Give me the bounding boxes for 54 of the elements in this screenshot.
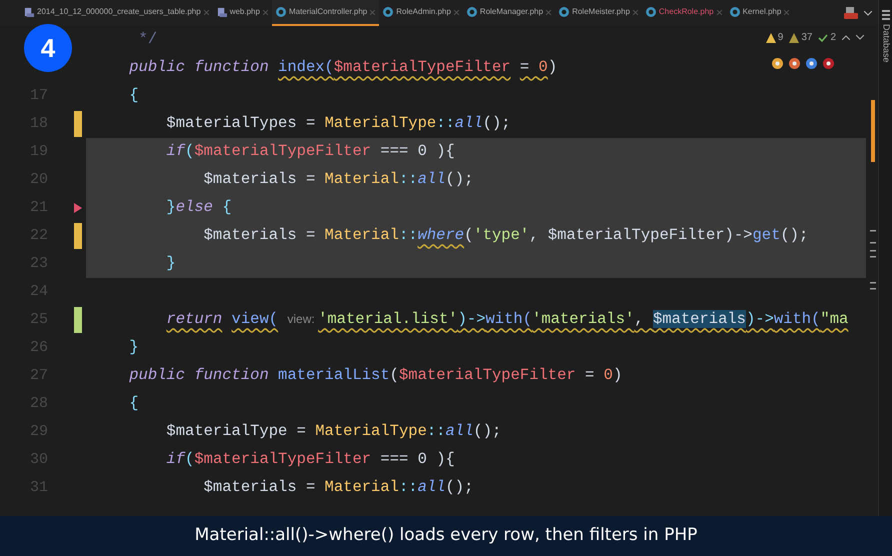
code-line: } (165, 253, 176, 274)
code-line: return view( view: 'material.list')->with('materials', $materials)->with("ma (165, 309, 848, 330)
code-line: }else { (165, 197, 232, 218)
database-icon[interactable] (882, 10, 890, 20)
class-icon (646, 7, 656, 17)
inspection-count: 9 (778, 31, 784, 45)
editor-tab[interactable]: RoleMeister.php (555, 0, 642, 26)
step-badge: 4 (24, 24, 72, 72)
check-icon (818, 32, 828, 42)
code-line: $materialType = MaterialType::all(); (165, 421, 502, 442)
editor-tab[interactable]: web.php (212, 0, 272, 26)
arrow-icon (74, 203, 82, 213)
warning-icon (789, 32, 800, 42)
code-line: public function index($materialTypeFilter = 0) (128, 57, 558, 78)
file-icon (24, 7, 34, 17)
warning-icon (766, 32, 776, 42)
class-icon (276, 7, 286, 17)
browser-icon[interactable] (789, 58, 800, 69)
code-line: } (128, 337, 139, 358)
code-line: $materials = Material::where('type', $materialTypeFilter)->get(); (202, 225, 808, 246)
editor-tab[interactable]: 2014_10_12_000000_create_users_table.php (20, 0, 213, 26)
editor-tab[interactable]: MaterialController.php (272, 0, 380, 26)
code-line: $materials = Material::all(); (202, 477, 474, 498)
code-line: */ (138, 29, 158, 50)
chevron-down-icon[interactable] (864, 10, 872, 16)
browser-icon[interactable] (772, 58, 783, 69)
chevron-down-icon[interactable] (856, 35, 864, 40)
file-icon (216, 7, 227, 17)
php-icon[interactable] (844, 7, 858, 19)
editor-tab[interactable]: CheckRole.php (642, 0, 726, 26)
editor-tab[interactable]: RoleAdmin.php (379, 0, 463, 26)
modified-marker (74, 223, 82, 249)
browser-icon[interactable] (823, 58, 834, 69)
side-panel-label[interactable]: Database (878, 24, 892, 63)
editor-tab[interactable]: Kernel.php (726, 0, 794, 26)
chevron-up-icon[interactable] (842, 35, 850, 40)
caption-text: Material::all()->where() loads every row, then filters in PHP (194, 524, 698, 548)
code-line: { (128, 85, 139, 106)
modified-marker (74, 111, 82, 137)
code-line: $materialTypes = MaterialType::all(); (165, 113, 511, 134)
class-icon (466, 7, 477, 17)
inspection-count: 2 (830, 31, 836, 45)
code-line: public function materialList($materialTypeFilter = 0) (128, 365, 622, 386)
editor-tab[interactable]: RoleManager.php (462, 0, 556, 26)
class-icon (559, 7, 570, 17)
code-line: { (128, 393, 139, 414)
code-line: if($materialTypeFilter === 0 ){ (165, 449, 455, 470)
browser-icon[interactable] (806, 58, 817, 69)
code-line: $materials = Material::all(); (202, 169, 474, 190)
code-line: if($materialTypeFilter === 0 ){ (165, 141, 455, 162)
added-marker (74, 307, 82, 333)
class-icon (383, 7, 394, 17)
class-icon (730, 7, 740, 17)
inspection-count: 37 (801, 31, 812, 45)
